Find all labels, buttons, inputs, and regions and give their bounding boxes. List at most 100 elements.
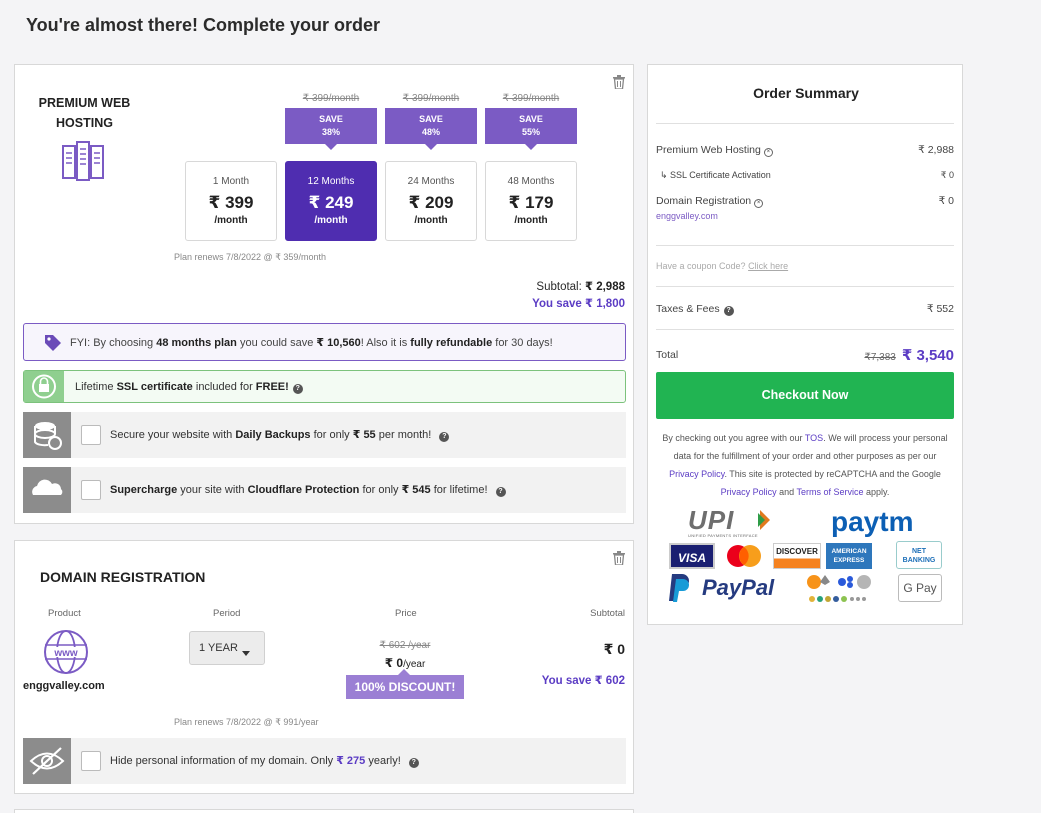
taxes-row: Taxes & Fees? ₹ 552 [656, 303, 954, 316]
divider [656, 286, 954, 287]
order-summary-card: Order Summary Premium Web Hosting × ₹ 2,9… [647, 64, 963, 625]
subtotal-value: ₹ 2,988 [585, 281, 625, 293]
cloudflare-checkbox[interactable] [81, 480, 101, 500]
privacy-policy-link[interactable]: Privacy Policy [669, 469, 724, 479]
remove-icon[interactable]: × [754, 199, 764, 208]
addon-text-part: your site with [177, 484, 248, 496]
plan-old-price: ₹ 399/month [402, 93, 460, 104]
domain-price-value: ₹ 0 [384, 656, 404, 670]
domain-name: enggvalley.com [23, 680, 105, 692]
addon-text-part: Hide personal information of my domain. … [110, 755, 337, 767]
addon-price: ₹ 275 [336, 755, 366, 767]
plan-price: ₹ 249 [308, 193, 354, 212]
legal-text: By checking out you agree with our TOS . … [662, 429, 948, 501]
save-percent: 55% [521, 127, 540, 137]
summary-item-label: Premium Web Hosting [656, 144, 761, 156]
legal-text-part: . This site is protected by reCAPTCHA an… [724, 469, 941, 479]
subtotal-label: Subtotal: [536, 281, 582, 293]
help-icon[interactable]: ? [723, 306, 734, 316]
save-label: SAVE [419, 114, 443, 124]
plan-old-price: ₹ 399/month [502, 93, 560, 104]
ssl-text: Lifetime [75, 381, 117, 393]
col-header-subtotal: Subtotal [590, 608, 625, 619]
summary-item-hosting: Premium Web Hosting × ₹ 2,988 [656, 144, 954, 157]
plan-renew-text: Plan renews 7/8/2022 @ ₹ 359/month [174, 252, 326, 262]
remove-icon[interactable]: × [763, 148, 773, 157]
product-title: PREMIUM WEB HOSTING [38, 96, 131, 130]
tos-link[interactable]: TOS [805, 433, 823, 443]
addon-text-part: for only [310, 429, 353, 441]
addon-text-part: for only [359, 484, 402, 496]
addon-text: Hide personal information of my domain. … [110, 754, 419, 768]
help-icon[interactable]: ? [495, 487, 506, 497]
crypto-logos [806, 572, 876, 606]
ssl-text: included for [192, 381, 256, 393]
total-values: ₹7,383 ₹ 3,540 [864, 346, 954, 364]
plan-option-1-month[interactable]: 1 Month ₹ 399 /month [185, 161, 277, 241]
legal-text-part: apply. [863, 487, 890, 497]
netbanking-logo: NET BANKING [896, 541, 942, 569]
checkout-button[interactable]: Checkout Now [656, 372, 954, 419]
addon-text-bold: Cloudflare Protection [247, 484, 360, 496]
summary-title: Order Summary [753, 85, 859, 101]
addon-daily-backups: Secure your website with Daily Backups f… [23, 412, 626, 458]
subtotal: Subtotal: ₹ 2,988 [536, 279, 625, 293]
help-icon[interactable]: ? [408, 758, 419, 768]
plan-per: /month [514, 215, 548, 226]
domain-privacy-checkbox[interactable] [81, 751, 101, 771]
taxes-value: ₹ 552 [926, 303, 954, 315]
trash-icon[interactable] [613, 75, 625, 89]
terms-link[interactable]: Terms of Service [796, 487, 863, 497]
addon-text: Supercharge your site with Cloudflare Pr… [110, 483, 506, 497]
plan-per: /month [414, 215, 448, 226]
save-label: SAVE [319, 114, 343, 124]
plan-price: ₹ 179 [508, 193, 554, 212]
hosting-card: PREMIUM WEB HOSTING ₹ 399/month ₹ 399/mo… [14, 64, 634, 524]
domain-subtotal: ₹ 0 [603, 641, 625, 657]
save-badge: SAVE 38% [285, 108, 377, 150]
amex-logo: AMERICAN EXPRESS [826, 543, 872, 569]
trash-icon[interactable] [613, 551, 625, 565]
col-header-price: Price [395, 608, 417, 619]
page-title: You're almost there! Complete your order [26, 15, 381, 35]
divider [656, 329, 954, 330]
total-row: Total ₹7,383 ₹ 3,540 [656, 346, 954, 364]
summary-item-label: ↳ SSL Certificate Activation [660, 170, 771, 180]
divider [656, 245, 954, 246]
col-header-period: Period [213, 608, 241, 619]
google-privacy-link[interactable]: Privacy Policy [721, 487, 777, 497]
domain-you-save: You save ₹ 602 [541, 675, 625, 687]
daily-backups-checkbox[interactable] [81, 425, 101, 445]
help-icon[interactable]: ? [292, 384, 303, 394]
ssl-banner: Lifetime SSL certificate included for FR… [23, 370, 626, 403]
discover-logo: DISCOVER [773, 543, 821, 569]
fyi-text: FYI: By choosing [70, 337, 157, 349]
addon-text-part: for lifetime! [430, 484, 488, 496]
period-select[interactable]: 1 YEAR [189, 631, 265, 665]
plan-price: ₹ 209 [408, 193, 454, 212]
coupon-row: Have a coupon Code? Click here [656, 261, 954, 271]
paypal-logo: PayPal [702, 575, 775, 600]
help-icon[interactable]: ? [439, 432, 450, 442]
plan-option-48-months[interactable]: 48 Months ₹ 179 /month [485, 161, 577, 241]
summary-item-value: ₹ 0 [940, 170, 954, 180]
fyi-text: you could save [236, 337, 317, 349]
fyi-banner: FYI: By choosing 48 months plan you coul… [23, 323, 626, 361]
plan-option-24-months[interactable]: 24 Months ₹ 209 /month [385, 161, 477, 241]
plan-label: 1 Month [212, 176, 250, 187]
addon-price: ₹ 545 [401, 484, 431, 496]
plan-label: 12 Months [307, 176, 355, 187]
divider [656, 123, 954, 124]
addon-text-part: Secure your website with [110, 429, 236, 441]
paytm-logo: paytm [831, 506, 914, 537]
save-label: SAVE [519, 114, 543, 124]
eye-off-icon [23, 738, 71, 784]
fyi-plan: 48 months plan [156, 337, 237, 349]
coupon-text: Have a coupon Code? [656, 261, 746, 271]
save-percent: 48% [421, 127, 440, 137]
summary-item-domain-name: enggvalley.com [656, 211, 718, 221]
plan-option-12-months[interactable]: 12 Months ₹ 249 /month [285, 161, 377, 241]
plan-old-price: ₹ 399/month [302, 93, 360, 104]
lock-icon [24, 371, 64, 402]
coupon-link[interactable]: Click here [748, 261, 788, 271]
